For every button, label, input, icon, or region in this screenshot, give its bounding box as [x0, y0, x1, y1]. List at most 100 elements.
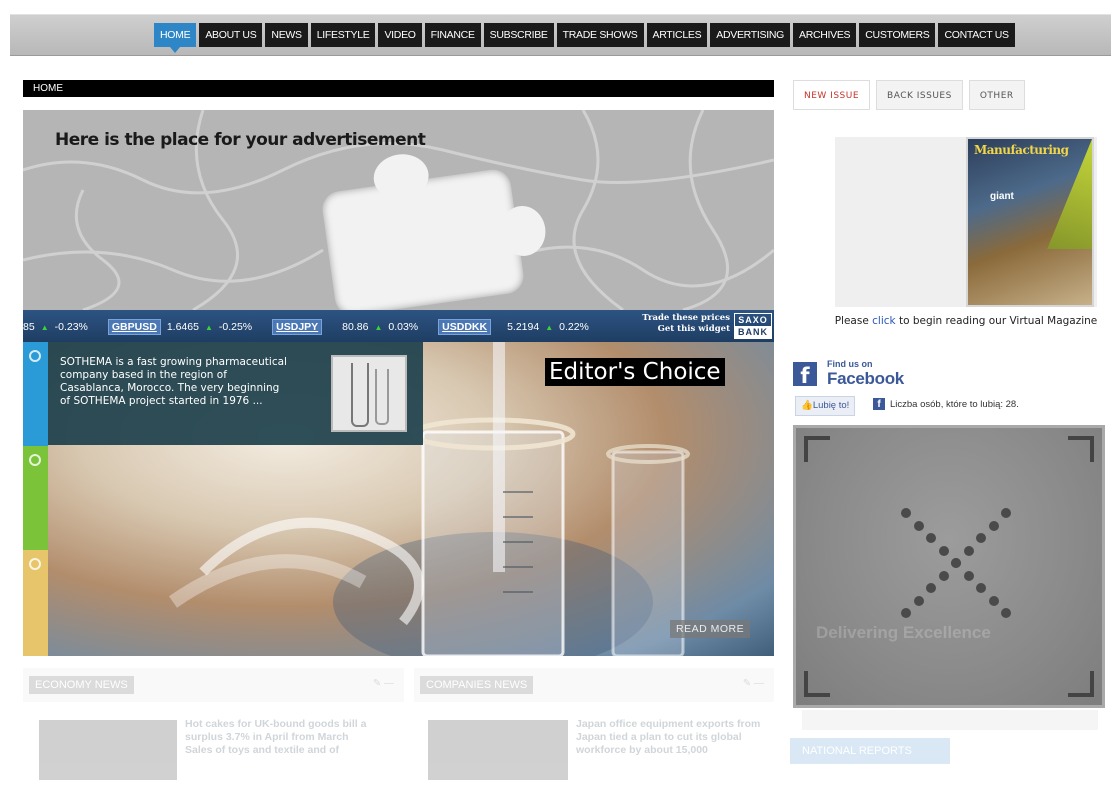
news-headline[interactable]: Hot cakes for UK-bound goods bill a surp…: [185, 718, 375, 757]
featured-thumbnail[interactable]: [331, 355, 407, 432]
x-dot: [976, 583, 986, 593]
up-arrow-icon: ▲: [40, 322, 49, 332]
magazine-cover[interactable]: Manufacturing giant: [966, 137, 1094, 307]
corner-bracket-icon: [1068, 671, 1094, 697]
economy-news-title[interactable]: ECONOMY NEWS: [29, 676, 134, 694]
nav-item-video[interactable]: VIDEO: [378, 23, 422, 47]
saxo-text: SAXO: [738, 315, 768, 325]
corner-bracket-icon: [804, 436, 830, 462]
x-dot: [913, 520, 924, 531]
magazine-cover-title: Manufacturing: [974, 143, 1069, 157]
get-widget-link[interactable]: Get this widget: [620, 324, 730, 335]
news-headline[interactable]: Japan office equipment exports from Japa…: [576, 718, 766, 757]
edit-tools-icon[interactable]: ✎ —: [373, 678, 394, 689]
nav-item-advertising[interactable]: ADVERTISING: [710, 23, 790, 47]
trade-prices-link[interactable]: Trade these prices: [620, 313, 730, 324]
slide-selector: [23, 342, 48, 656]
magazine-caption: Please click to begin reading our Virtua…: [825, 315, 1107, 328]
ticker-price-usdjpy: 80.86: [342, 321, 369, 333]
slide-tab-1[interactable]: [23, 342, 48, 446]
x-dot: [988, 520, 999, 531]
x-dot: [1001, 608, 1011, 618]
facebook-icon[interactable]: f: [793, 362, 817, 388]
trade-widget-links[interactable]: Trade these prices Get this widget: [620, 313, 730, 335]
nav-item-about-us[interactable]: ABOUT US: [199, 23, 263, 47]
tab-back-issues[interactable]: BACK ISSUES: [876, 80, 963, 110]
nav-item-finance[interactable]: FINANCE: [424, 23, 481, 47]
caption-text: to begin reading our Virtual Magazine: [898, 315, 1098, 327]
puzzle-piece: [320, 167, 526, 310]
x-dot: [1001, 508, 1011, 518]
advertisement-banner[interactable]: Here is the place for your advertisement: [23, 110, 774, 310]
ad-headline: Here is the place for your advertisement: [55, 130, 426, 150]
x-dot: [901, 508, 911, 518]
x-dot: [963, 545, 974, 556]
video-watermark: Delivering Excellence: [816, 623, 991, 642]
circle-icon: [29, 558, 41, 570]
x-dot: [976, 533, 986, 543]
x-dot: [901, 608, 911, 618]
divider: [802, 710, 1098, 730]
tab-new-issue[interactable]: NEW ISSUE: [793, 80, 871, 110]
virtual-magazine[interactable]: Manufacturing giant: [835, 137, 1097, 307]
facebook-widget: f Find us on Facebook 👍Lubię to! f Liczb…: [793, 358, 1109, 422]
nav-item-subscribe[interactable]: SUBSCRIBE: [483, 23, 554, 47]
edit-tools-icon[interactable]: ✎ —: [743, 678, 764, 689]
x-dot: [938, 545, 949, 556]
national-reports-block: NATIONAL REPORTS: [790, 710, 1110, 778]
slide-tab-3[interactable]: [23, 550, 48, 656]
x-dot: [913, 595, 924, 606]
nav-item-news[interactable]: NEWS: [265, 23, 308, 47]
x-dot: [963, 570, 974, 581]
click-link[interactable]: click: [872, 315, 895, 327]
up-arrow-icon: ▲: [545, 322, 554, 332]
corner-bracket-icon: [804, 671, 830, 697]
like-button[interactable]: 👍Lubię to!: [795, 396, 856, 416]
news-image[interactable]: [39, 720, 177, 780]
ticker-change-gbpusd: -0.25%: [218, 321, 253, 333]
nav-item-articles[interactable]: ARTICLES: [646, 23, 708, 47]
facebook-link[interactable]: Facebook: [827, 369, 904, 389]
bank-text: BANK: [735, 326, 771, 338]
page: HOME ABOUT US NEWS LIFESTYLE VIDEO FINANCE SUB…: [0, 0, 1111, 785]
economy-news-block: ECONOMY NEWS ✎ — Hot cakes for UK-bound …: [23, 668, 404, 785]
thumbs-up-icon: 👍: [801, 400, 813, 411]
ticker-lead-change: -0.23%: [54, 321, 88, 333]
national-reports-title[interactable]: NATIONAL REPORTS: [790, 738, 950, 764]
nav-item-contact-us[interactable]: CONTACT US: [938, 23, 1015, 47]
editors-choice-badge: Editor's Choice: [545, 358, 725, 386]
x-dot: [951, 558, 961, 568]
nav-item-lifestyle[interactable]: LIFESTYLE: [310, 23, 376, 47]
find-us-text: Find us on: [827, 359, 873, 369]
nav-item-customers[interactable]: CUSTOMERS: [859, 23, 936, 47]
tab-other[interactable]: OTHER: [968, 80, 1025, 110]
corner-bracket-icon: [1068, 436, 1094, 462]
circle-icon: [29, 454, 41, 466]
ticker-symbol-usdjpy[interactable]: USDJPY: [272, 319, 323, 335]
x-dot: [926, 533, 936, 543]
nav-item-archives[interactable]: ARCHIVES: [792, 23, 857, 47]
ticker-price-gbpusd: 1.6465: [166, 321, 199, 333]
ticker-symbol-usddkk[interactable]: USDDKK: [438, 319, 492, 335]
nav-items: HOME ABOUT US NEWS LIFESTYLE VIDEO FINANCE SUB…: [154, 23, 1015, 53]
read-more-button[interactable]: READ MORE: [670, 620, 751, 638]
saxo-bank-logo[interactable]: SAXO BANK: [734, 313, 772, 339]
slide-tab-2[interactable]: [23, 446, 48, 550]
news-image[interactable]: [428, 720, 568, 780]
ticker-row: 85 ▲ -0.23% GBPUSD 1.6465 ▲ -0.25% USDJP…: [23, 319, 589, 335]
close-x-icon[interactable]: [901, 508, 1011, 618]
companies-news-header: COMPANIES NEWS ✎ —: [414, 668, 774, 702]
ticker-symbol-gbpusd[interactable]: GBPUSD: [107, 319, 161, 335]
x-dot: [988, 595, 999, 606]
ticker-lead-price: 85: [23, 321, 35, 333]
breadcrumb[interactable]: HOME: [23, 80, 774, 97]
nav-item-home[interactable]: HOME: [154, 23, 197, 53]
featured-caption[interactable]: SOTHEMA is a fast growing pharmaceutical…: [48, 342, 423, 445]
facebook-mini-icon: f: [873, 398, 885, 410]
nav-item-trade-shows[interactable]: TRADE SHOWS: [556, 23, 644, 47]
companies-news-title[interactable]: COMPANIES NEWS: [420, 676, 534, 694]
economy-news-header: ECONOMY NEWS ✎ —: [23, 668, 404, 702]
featured-slider[interactable]: SOTHEMA is a fast growing pharmaceutical…: [23, 342, 774, 656]
video-player[interactable]: Delivering Excellence: [793, 425, 1105, 708]
ticker-change-usddkk: 0.22%: [559, 321, 589, 333]
